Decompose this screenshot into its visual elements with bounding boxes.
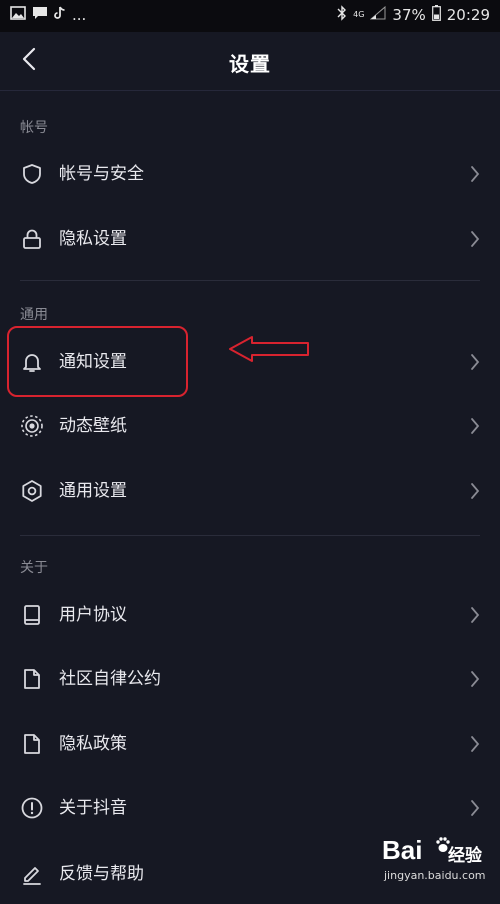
settings-item-label: 隐私政策	[59, 734, 127, 754]
nav-bar: 设置	[0, 32, 500, 90]
settings-item-live-wallpaper[interactable]: 动态壁纸	[0, 396, 500, 456]
tiktok-notification-icon	[54, 6, 66, 24]
section-divider	[20, 535, 480, 536]
more-notifications-text: ...	[72, 6, 87, 24]
settings-item-label: 关于抖音	[59, 798, 127, 818]
book-icon	[20, 603, 44, 627]
settings-item-privacy-policy[interactable]: 隐私政策	[0, 714, 500, 774]
network-type-label: 4G	[353, 10, 365, 19]
settings-item-label: 帐号与安全	[59, 164, 144, 184]
section-divider	[20, 280, 480, 281]
chevron-right-icon	[470, 417, 480, 435]
watermark-sub: 经验	[448, 846, 482, 866]
shield-icon	[20, 162, 44, 186]
chevron-right-icon	[470, 353, 480, 371]
settings-item-label: 隐私设置	[59, 229, 127, 249]
section-header-account: 帐号	[20, 120, 48, 136]
settings-item-label: 动态壁纸	[59, 416, 127, 436]
gear-icon	[20, 479, 44, 503]
settings-item-user-agreement[interactable]: 用户协议	[0, 585, 500, 645]
nav-divider	[0, 90, 500, 91]
annotation-highlight-box	[7, 326, 188, 397]
battery-icon	[431, 5, 441, 25]
document-icon	[20, 732, 44, 756]
annotation-arrow-icon	[229, 336, 309, 362]
settings-item-community-guidelines[interactable]: 社区自律公约	[0, 649, 500, 709]
live-wallpaper-icon	[20, 414, 44, 438]
chevron-right-icon	[470, 606, 480, 624]
baidu-jingyan-watermark: Bai 经验 jingyan.baidu.com	[382, 835, 494, 887]
status-bar-left: ...	[10, 5, 86, 25]
bluetooth-icon	[337, 5, 347, 25]
watermark-url: jingyan.baidu.com	[384, 869, 486, 882]
gallery-notification-icon	[10, 6, 26, 24]
settings-item-label: 通用设置	[59, 481, 127, 501]
settings-item-label: 反馈与帮助	[59, 864, 144, 884]
chevron-right-icon	[470, 165, 480, 183]
settings-item-privacy[interactable]: 隐私设置	[0, 209, 500, 269]
status-bar-right: 4G 37% 20:29	[337, 5, 490, 25]
chevron-right-icon	[470, 670, 480, 688]
page-title: 设置	[229, 52, 271, 76]
signal-icon	[370, 5, 386, 24]
chevron-right-icon	[470, 230, 480, 248]
section-header-about: 关于	[20, 560, 48, 576]
message-notification-icon	[32, 6, 48, 24]
settings-item-general[interactable]: 通用设置	[0, 461, 500, 521]
watermark-brand: Bai	[382, 835, 423, 865]
info-exclamation-icon	[20, 796, 44, 820]
settings-item-label: 用户协议	[59, 605, 127, 625]
clock: 20:29	[446, 6, 490, 24]
document-icon	[20, 667, 44, 691]
edit-pen-icon	[20, 862, 44, 886]
lock-icon	[20, 227, 44, 251]
settings-item-label: 社区自律公约	[59, 669, 161, 689]
chevron-right-icon	[470, 799, 480, 817]
chevron-right-icon	[470, 482, 480, 500]
settings-item-about-douyin[interactable]: 关于抖音	[0, 778, 500, 838]
chevron-right-icon	[470, 735, 480, 753]
battery-percentage: 37%	[392, 6, 426, 24]
status-bar: ... 4G 37% 20:29	[0, 0, 500, 32]
section-header-general: 通用	[20, 307, 48, 323]
settings-item-account-security[interactable]: 帐号与安全	[0, 144, 500, 204]
